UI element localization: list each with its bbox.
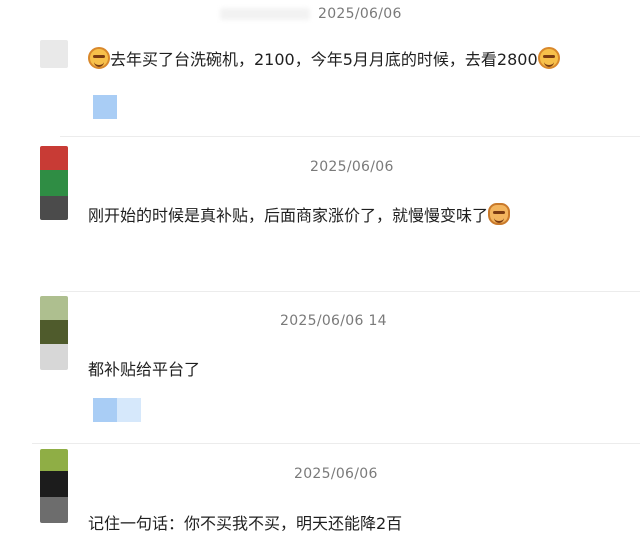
comment-text: 记住一句话：你不买我不买，明天还能降2百 bbox=[88, 514, 403, 533]
comment-item: 2025/06/06 记住一句话：你不买我不买，明天还能降2百 bbox=[0, 0, 640, 541]
avatar[interactable] bbox=[40, 449, 68, 523]
comment-timestamp: 2025/06/06 bbox=[294, 466, 378, 482]
